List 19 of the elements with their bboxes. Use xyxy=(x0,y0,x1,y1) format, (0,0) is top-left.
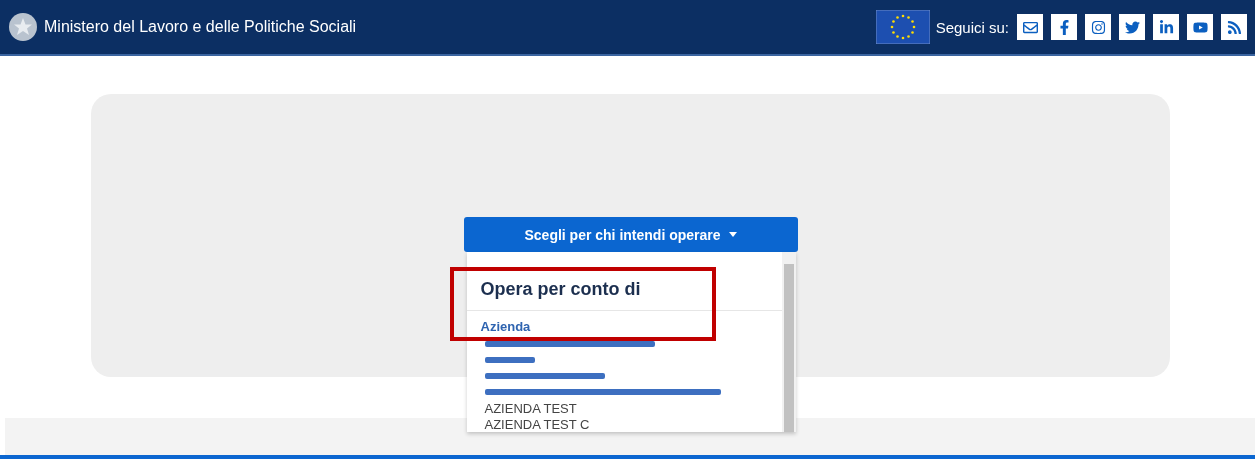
facebook-icon[interactable] xyxy=(1051,14,1077,40)
redaction-bar xyxy=(484,357,535,363)
menu-item[interactable]: AZIENDA TEST C xyxy=(484,416,590,432)
twitter-icon[interactable] xyxy=(1119,14,1145,40)
group-label: Azienda xyxy=(479,318,532,336)
mail-icon[interactable] xyxy=(1017,14,1043,40)
youtube-icon[interactable] xyxy=(1187,14,1213,40)
follow-label: Seguici su: xyxy=(935,18,1009,36)
linkedin-icon[interactable] xyxy=(1153,14,1179,40)
caret-icon xyxy=(728,232,737,237)
account-dropdown-button[interactable]: Scegli per chi intendi operare xyxy=(463,217,798,252)
instagram-icon[interactable] xyxy=(1085,14,1111,40)
emblem-icon xyxy=(8,12,38,42)
site-title: Ministero del Lavoro e delle Politiche Sociali xyxy=(44,18,357,36)
menu-heading: Opera per conto di xyxy=(466,279,782,311)
eu-flag-icon xyxy=(875,10,930,44)
rss-icon[interactable] xyxy=(1221,14,1247,40)
menu-item[interactable]: AZIENDA TEST xyxy=(484,400,577,416)
scrollbar[interactable] xyxy=(781,252,796,432)
